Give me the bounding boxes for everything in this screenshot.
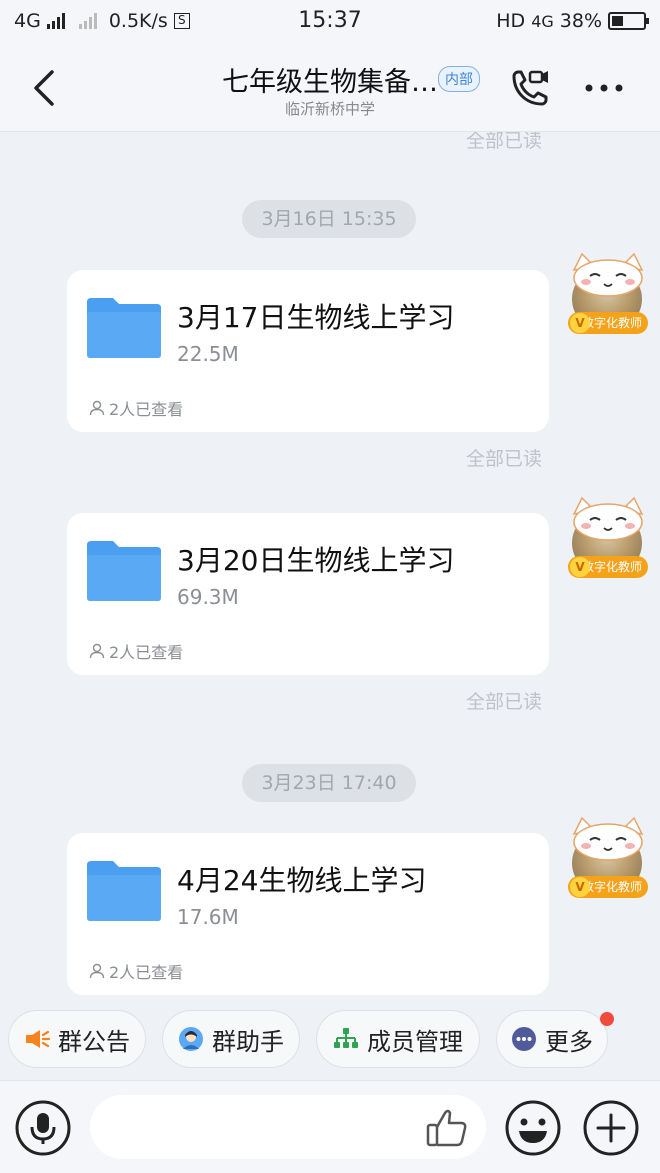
folder-icon bbox=[87, 298, 161, 358]
timestamp-pill: 3月23日 17:40 bbox=[242, 764, 416, 802]
sender-avatar[interactable]: V 数字化教师 bbox=[568, 816, 648, 906]
page-subtitle: 临沂新桥中学 bbox=[284, 100, 375, 118]
avatar-tag: V 数字化教师 bbox=[568, 556, 648, 578]
microphone-icon bbox=[15, 1100, 71, 1156]
read-status: 全部已读 bbox=[465, 448, 542, 470]
more-actions-label: 更多 bbox=[545, 1027, 593, 1056]
viewers-text: 2人已查看 bbox=[109, 963, 184, 982]
folder-icon bbox=[87, 541, 161, 601]
like-button[interactable] bbox=[424, 1105, 470, 1151]
read-status: 全部已读 bbox=[465, 132, 542, 152]
member-management-button[interactable]: 成员管理 bbox=[316, 1010, 480, 1068]
file-name: 4月24生物线上学习 bbox=[177, 864, 427, 897]
more-dots-icon bbox=[585, 84, 623, 92]
phone-video-icon bbox=[512, 70, 548, 106]
nav-bar: 七年级生物集备… 内部 临沂新桥中学 bbox=[0, 44, 660, 132]
person-icon bbox=[89, 400, 105, 416]
more-circle-icon bbox=[512, 1027, 536, 1051]
sender-avatar[interactable]: V 数字化教师 bbox=[568, 252, 648, 342]
file-name: 3月20日生物线上学习 bbox=[177, 544, 455, 577]
group-assistant-button[interactable]: 群助手 bbox=[162, 1010, 300, 1068]
page-title[interactable]: 七年级生物集备… bbox=[222, 60, 438, 99]
file-size: 22.5M bbox=[177, 342, 239, 366]
add-button[interactable] bbox=[582, 1099, 640, 1157]
status-bar: 4G 0.5K/s S 15:37 HD 4G 38% bbox=[0, 0, 660, 44]
input-bar bbox=[0, 1080, 660, 1173]
hd-label: HD bbox=[496, 10, 526, 32]
megaphone-icon bbox=[26, 1030, 50, 1048]
avatar-tag: V 数字化教师 bbox=[568, 876, 648, 898]
sender-avatar[interactable]: V 数字化教师 bbox=[568, 496, 648, 586]
lucky-cat-icon bbox=[572, 496, 644, 541]
quick-action-bar: 群公告 群助手 成员管理 更多 bbox=[0, 1002, 660, 1076]
emoji-button[interactable] bbox=[504, 1099, 562, 1157]
person-icon bbox=[89, 963, 105, 979]
notification-dot bbox=[600, 1012, 614, 1026]
battery-percent: 38% bbox=[559, 10, 602, 32]
file-name: 3月17日生物线上学习 bbox=[177, 301, 455, 334]
v-badge-icon: V bbox=[570, 313, 590, 333]
v-badge-icon: V bbox=[570, 557, 590, 577]
thumbs-up-icon bbox=[426, 1109, 467, 1147]
member-management-label: 成员管理 bbox=[367, 1027, 463, 1056]
file-message-card[interactable]: 3月17日生物线上学习 22.5M 2人已查看 bbox=[67, 270, 549, 432]
avatar-tag-text: 数字化教师 bbox=[581, 316, 642, 330]
call-button[interactable] bbox=[506, 66, 552, 112]
file-message-card[interactable]: 4月24生物线上学习 17.6M 2人已查看 bbox=[67, 833, 549, 995]
v-badge-icon: V bbox=[570, 877, 590, 897]
more-actions-button[interactable]: 更多 bbox=[496, 1010, 608, 1068]
viewers-count[interactable]: 2人已查看 bbox=[89, 959, 183, 983]
file-size: 69.3M bbox=[177, 585, 239, 609]
folder-icon bbox=[87, 861, 161, 921]
timestamp-pill: 3月16日 15:35 bbox=[242, 200, 416, 238]
avatar-tag-text: 数字化教师 bbox=[581, 560, 642, 574]
viewers-text: 2人已查看 bbox=[109, 643, 184, 662]
chat-area[interactable]: 全部已读 3月16日 15:35 3月17日生物线上学习 22.5M 2人已查看… bbox=[0, 132, 660, 998]
group-notice-label: 群公告 bbox=[58, 1027, 130, 1056]
voice-button[interactable] bbox=[14, 1099, 72, 1157]
assistant-icon bbox=[179, 1027, 203, 1051]
viewers-count[interactable]: 2人已查看 bbox=[89, 639, 183, 663]
file-size: 17.6M bbox=[177, 905, 239, 929]
avatar-tag: V 数字化教师 bbox=[568, 312, 648, 334]
avatar-tag-text: 数字化教师 bbox=[581, 880, 642, 894]
viewers-count[interactable]: 2人已查看 bbox=[89, 396, 183, 420]
viewers-text: 2人已查看 bbox=[109, 400, 184, 419]
lucky-cat-icon bbox=[572, 252, 644, 297]
plus-circle-icon bbox=[583, 1100, 639, 1156]
network2-label: 4G bbox=[531, 11, 554, 31]
internal-badge: 内部 bbox=[438, 66, 480, 92]
battery-icon bbox=[608, 12, 649, 30]
file-message-card[interactable]: 3月20日生物线上学习 69.3M 2人已查看 bbox=[67, 513, 549, 675]
group-notice-button[interactable]: 群公告 bbox=[8, 1010, 146, 1068]
lucky-cat-icon bbox=[572, 816, 644, 861]
org-tree-icon bbox=[334, 1028, 358, 1048]
group-assistant-label: 群助手 bbox=[212, 1027, 284, 1056]
smile-icon bbox=[505, 1100, 561, 1156]
read-status: 全部已读 bbox=[465, 691, 542, 713]
more-button[interactable] bbox=[584, 80, 624, 96]
person-icon bbox=[89, 643, 105, 659]
status-right: HD 4G 38% bbox=[496, 10, 649, 32]
